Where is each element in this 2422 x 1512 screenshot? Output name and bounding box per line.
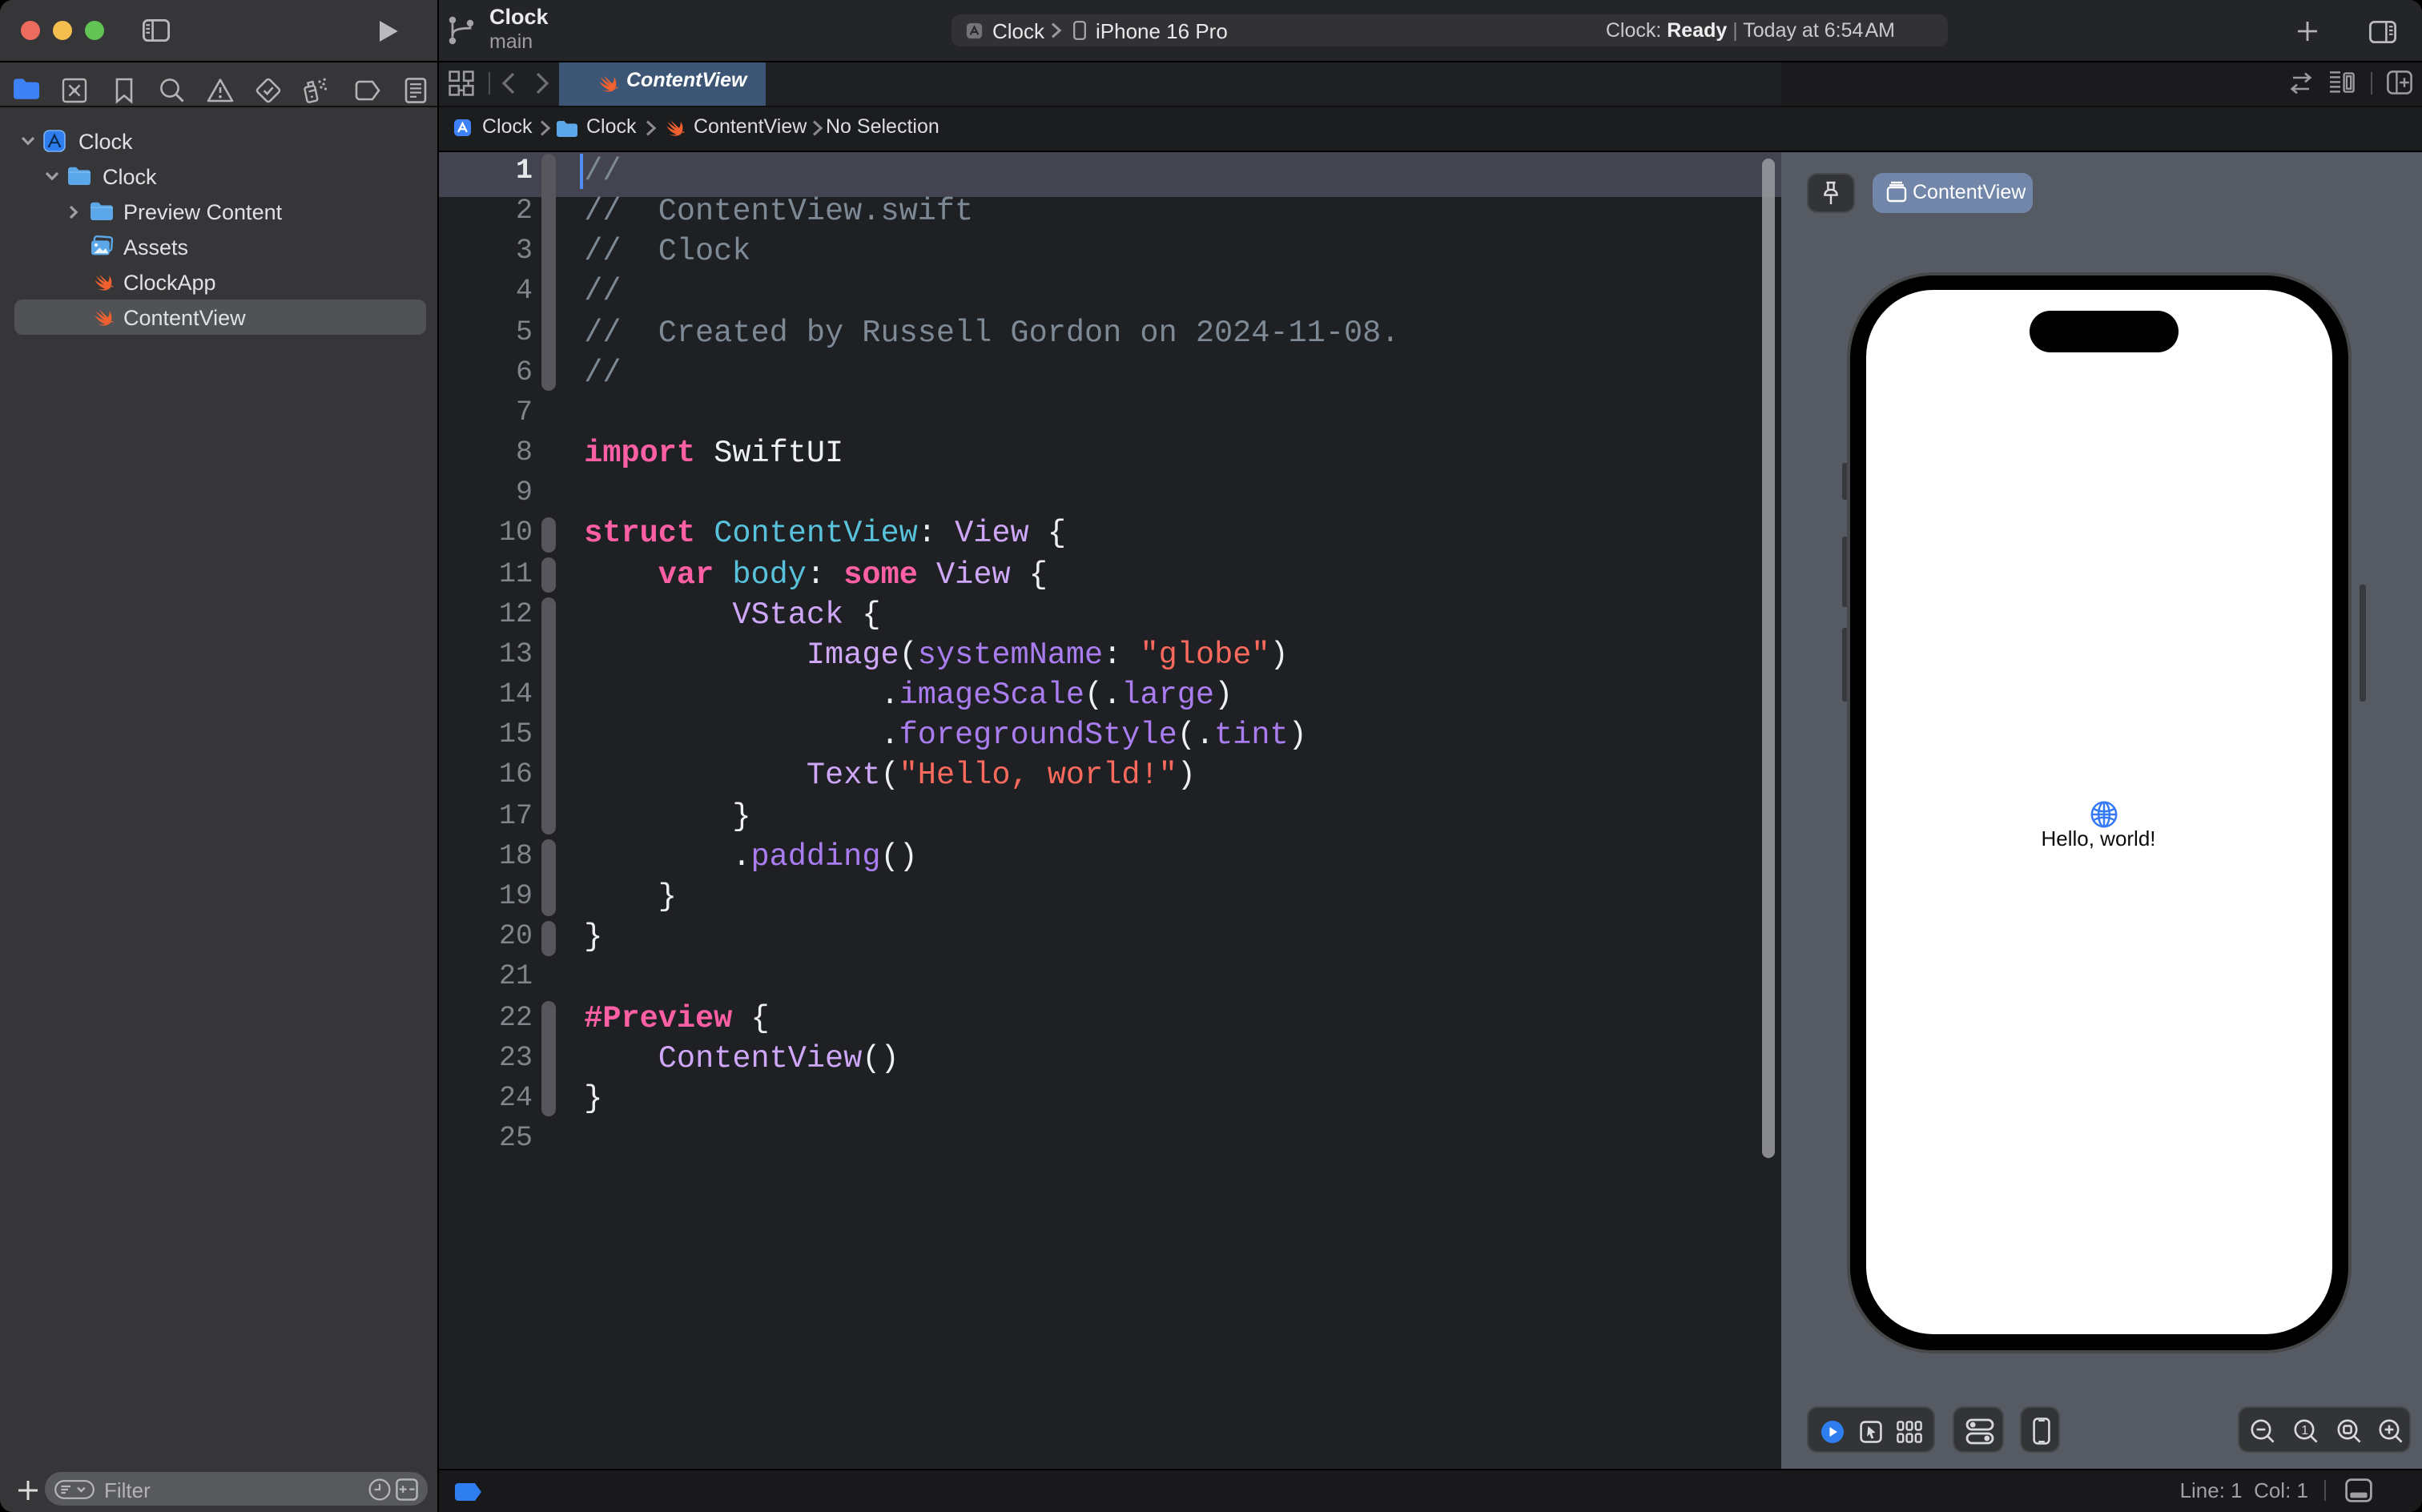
svg-text:1: 1	[2300, 1424, 2307, 1438]
